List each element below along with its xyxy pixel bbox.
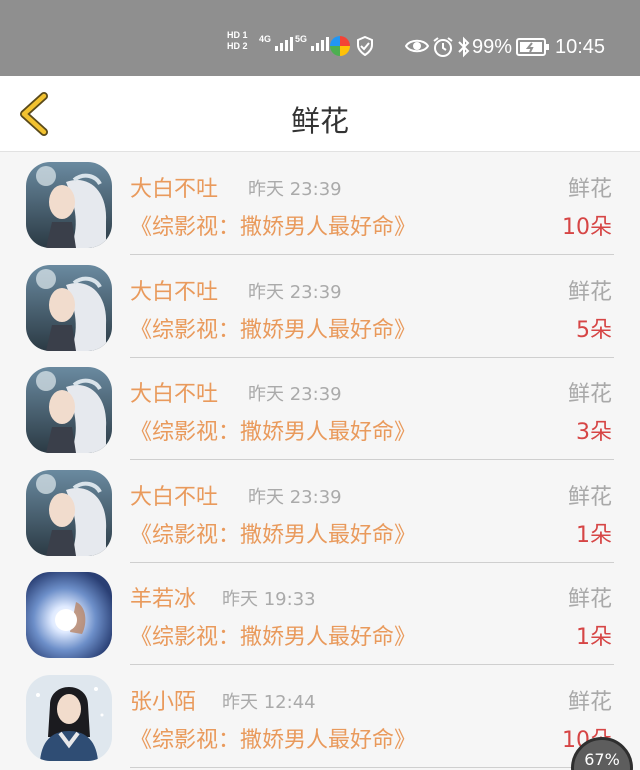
status-bar: HD 1 HD 2 4G 5G 99% 10:45 (0, 0, 640, 76)
signal-icon: 4G (259, 34, 294, 52)
divider (130, 766, 614, 768)
alarm-icon (432, 36, 454, 64)
bluetooth-icon (458, 36, 470, 64)
book-title[interactable]: 《综影视：撒娇男人最好命》 (130, 312, 416, 344)
gift-count: 5朵 (576, 317, 612, 343)
timestamp: 昨天 23:39 (248, 179, 342, 200)
sender-name[interactable]: 大白不吐 (130, 376, 218, 408)
book-title[interactable]: 《综影视：撒娇男人最好命》 (130, 722, 416, 754)
network-type-1: 4G (259, 34, 272, 44)
gift-type: 鲜花 (567, 689, 612, 715)
gift-type: 鲜花 (567, 484, 612, 510)
gift-type: 鲜花 (567, 587, 612, 612)
sender-name[interactable]: 大白不吐 (130, 274, 218, 306)
sender-name[interactable]: 羊若冰 (130, 581, 196, 613)
book-title[interactable]: 《综影视：撒娇男人最好命》 (130, 209, 416, 241)
app-icon (330, 36, 350, 56)
clock: 10:45 (555, 36, 606, 58)
list-item[interactable]: 大白不吐 昨天 23:39 鲜花 《综影视：撒娇男人最好命》 1朵 (0, 461, 640, 563)
avatar[interactable] (26, 469, 112, 556)
gift-type: 鲜花 (567, 382, 612, 407)
gift-count: 1朵 (576, 625, 612, 650)
sender-name[interactable]: 张小陌 (130, 684, 196, 716)
battery-percent: 99% (472, 36, 513, 58)
book-title[interactable]: 《综影视：撒娇男人最好命》 (130, 619, 416, 651)
shield-icon (356, 35, 374, 61)
list-item[interactable]: 大白不吐 昨天 23:39 鲜花 《综影视：撒娇男人最好命》 10朵 (0, 153, 640, 255)
battery-icon (516, 38, 550, 62)
header: 鲜花 (0, 76, 640, 152)
timestamp: 昨天 19:33 (222, 589, 316, 610)
timestamp: 昨天 12:44 (222, 691, 316, 713)
avatar[interactable] (26, 264, 112, 351)
avatar[interactable] (26, 572, 112, 658)
timestamp: 昨天 23:39 (248, 281, 342, 303)
timestamp: 昨天 23:39 (248, 486, 342, 508)
gift-type: 鲜花 (567, 279, 612, 305)
book-title[interactable]: 《综影视：撒娇男人最好命》 (130, 517, 416, 549)
avatar[interactable] (26, 674, 112, 761)
book-title[interactable]: 《综影视：撒娇男人最好命》 (130, 414, 416, 446)
list-item[interactable]: 大白不吐 昨天 23:39 鲜花 《综影视：撒娇男人最好命》 5朵 (0, 256, 640, 358)
list-item[interactable]: 大白不吐 昨天 23:39 鲜花 《综影视：撒娇男人最好命》 3朵 (0, 358, 640, 460)
timestamp: 昨天 23:39 (248, 384, 342, 405)
list-item[interactable]: 张小陌 昨天 12:44 鲜花 《综影视：撒娇男人最好命》 10朵 (0, 666, 640, 768)
page-title: 鲜花 (290, 104, 349, 138)
avatar[interactable] (26, 367, 112, 453)
gift-count: 1朵 (576, 522, 612, 548)
sender-name[interactable]: 大白不吐 (130, 479, 218, 511)
hd2-label: HD 2 (227, 41, 248, 51)
network-type-2: 5G (295, 34, 308, 44)
gift-count: 3朵 (576, 420, 612, 445)
gift-type: 鲜花 (567, 177, 612, 202)
avatar[interactable] (26, 162, 112, 248)
hd1-label: HD 1 (227, 30, 248, 40)
eye-icon (404, 36, 430, 62)
hd-icon: HD 1 HD 2 (227, 30, 253, 52)
gift-count: 10朵 (562, 215, 612, 240)
signal-icon-2: 5G (295, 34, 330, 52)
list-item[interactable]: 羊若冰 昨天 19:33 鲜花 《综影视：撒娇男人最好命》 1朵 (0, 563, 640, 665)
sender-name[interactable]: 大白不吐 (130, 171, 218, 203)
